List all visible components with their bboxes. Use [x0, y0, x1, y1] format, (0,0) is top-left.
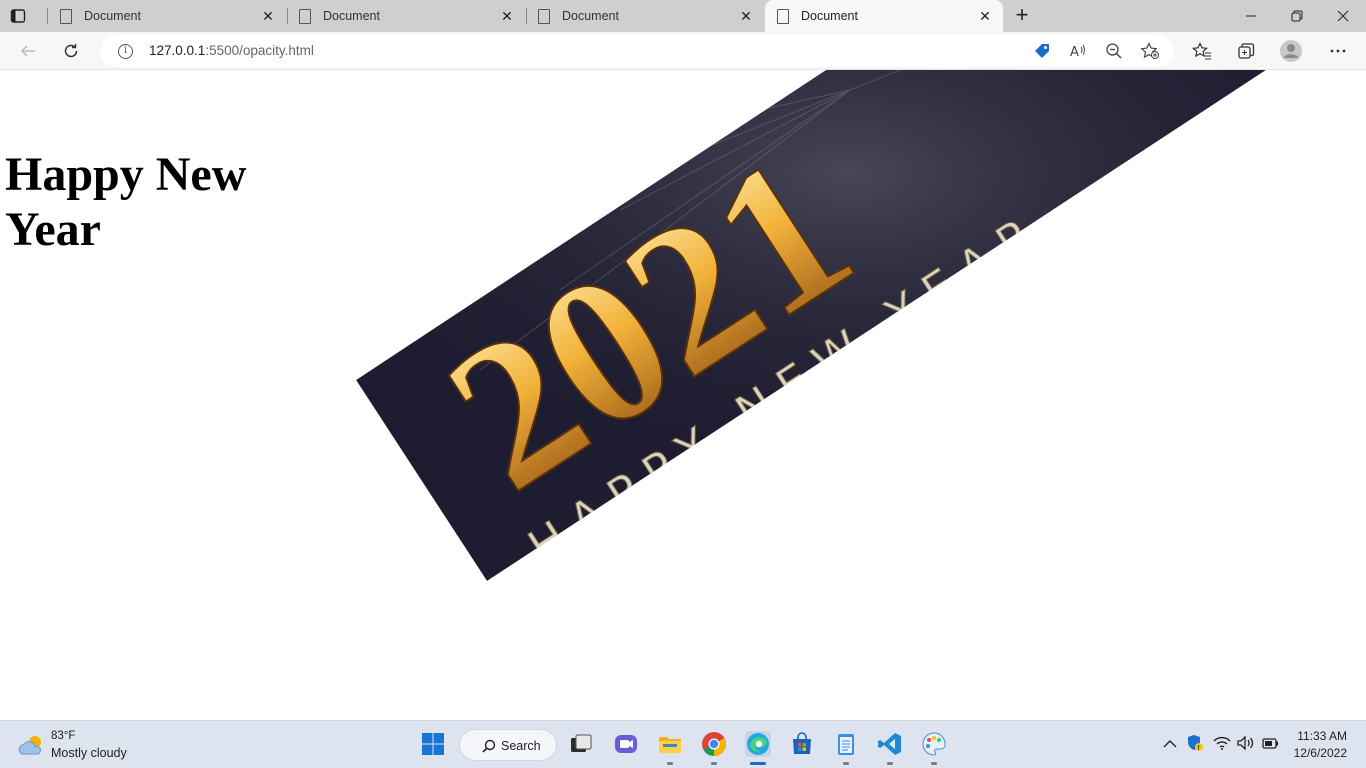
vscode-icon[interactable]: [877, 731, 903, 757]
battery-icon[interactable]: [1262, 736, 1280, 753]
window-close-icon[interactable]: [1320, 0, 1366, 32]
search-label: Search: [501, 739, 541, 753]
new-year-banner-image: 2021 HAPPY NEW YEAR: [356, 70, 1266, 581]
document-icon: [299, 8, 311, 24]
favorites-icon[interactable]: [1189, 39, 1215, 63]
notepad-icon[interactable]: [833, 731, 859, 757]
edge-icon[interactable]: [745, 731, 771, 757]
close-icon[interactable]: ✕: [260, 8, 276, 24]
file-explorer-icon[interactable]: [657, 731, 683, 757]
clock-time[interactable]: 11:33 AM: [1297, 729, 1347, 743]
profile-icon[interactable]: [1278, 39, 1304, 63]
close-icon[interactable]: ✕: [738, 8, 754, 24]
search-icon: [482, 739, 496, 753]
tab-document-3[interactable]: Document ✕: [526, 0, 764, 32]
running-indicator: [931, 762, 937, 765]
tab-actions-icon[interactable]: [10, 8, 26, 24]
info-icon[interactable]: i: [118, 44, 133, 59]
weather-description[interactable]: Mostly cloudy: [51, 746, 127, 760]
banner-viewport: 2021 HAPPY NEW YEAR: [0, 70, 1366, 720]
tab-title: Document: [801, 9, 858, 23]
back-icon[interactable]: [15, 39, 41, 63]
document-icon: [60, 8, 72, 24]
tab-document-2[interactable]: Document ✕: [287, 0, 525, 32]
url-path: :5500/opacity.html: [205, 43, 314, 58]
new-tab-icon[interactable]: +: [1010, 4, 1034, 28]
add-favorite-icon[interactable]: [1140, 42, 1160, 60]
url-host: 127.0.0.1: [149, 43, 206, 58]
taskbar-search[interactable]: Search: [459, 729, 557, 761]
volume-icon[interactable]: [1237, 735, 1255, 753]
task-view-icon[interactable]: [568, 731, 594, 757]
clock-date[interactable]: 12/6/2022: [1294, 746, 1347, 760]
more-icon[interactable]: [1325, 39, 1351, 63]
restore-icon[interactable]: [1274, 0, 1320, 32]
document-icon: [777, 8, 789, 24]
tab-title: Document: [84, 9, 141, 23]
chevron-up-icon[interactable]: [1163, 736, 1177, 752]
store-icon[interactable]: [789, 731, 815, 757]
svg-text:!: !: [1198, 745, 1200, 752]
running-indicator: [843, 762, 849, 765]
address-bar[interactable]: i 127.0.0.1:5500/opacity.html A: [100, 35, 1174, 67]
close-icon[interactable]: ✕: [977, 8, 993, 24]
read-aloud-icon[interactable]: A: [1068, 42, 1088, 60]
svg-text:A: A: [1070, 45, 1079, 59]
active-app-indicator: [750, 762, 766, 765]
paint-icon[interactable]: [921, 731, 947, 757]
running-indicator: [667, 762, 673, 765]
browser-toolbar: i 127.0.0.1:5500/opacity.html A: [0, 32, 1366, 70]
document-icon: [538, 8, 550, 24]
running-indicator: [711, 762, 717, 765]
zoom-out-icon[interactable]: [1104, 42, 1124, 60]
weather-icon[interactable]: [18, 733, 46, 757]
tab-document-1[interactable]: Document ✕: [48, 0, 286, 32]
refresh-icon[interactable]: [58, 39, 84, 63]
security-icon[interactable]: !: [1186, 734, 1204, 755]
windows-start-icon[interactable]: [420, 731, 446, 757]
tab-title: Document: [562, 9, 619, 23]
url-text[interactable]: 127.0.0.1:5500/opacity.html: [149, 43, 314, 58]
tab-title: Document: [323, 9, 380, 23]
weather-temperature[interactable]: 83°F: [51, 730, 75, 742]
wifi-icon[interactable]: [1213, 736, 1231, 753]
taskbar: 83°F Mostly cloudy Search ! 11:33 AM 12/…: [0, 720, 1366, 768]
collections-icon[interactable]: [1233, 39, 1259, 63]
shopping-tag-icon[interactable]: [1032, 42, 1052, 60]
running-indicator: [887, 762, 893, 765]
tab-strip: Document ✕ Document ✕ Document ✕ Documen…: [0, 0, 1366, 32]
tab-document-4-active[interactable]: Document ✕: [765, 0, 1003, 32]
chrome-icon[interactable]: [701, 731, 727, 757]
close-icon[interactable]: ✕: [499, 8, 515, 24]
minimize-icon[interactable]: [1228, 0, 1274, 32]
chat-icon[interactable]: [613, 731, 639, 757]
